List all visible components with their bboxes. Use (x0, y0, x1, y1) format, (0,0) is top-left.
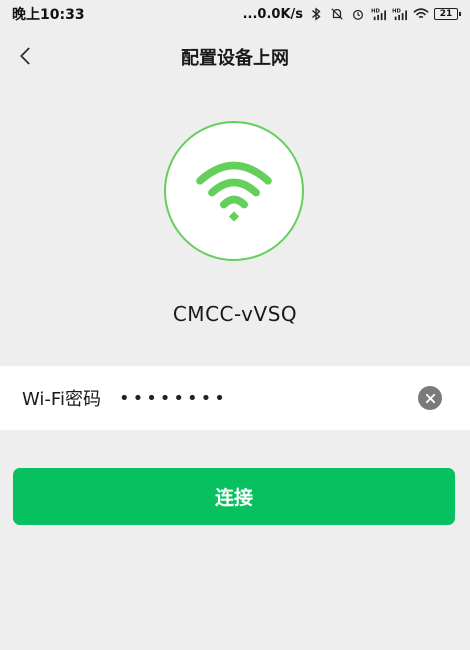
svg-text:HD: HD (371, 8, 380, 14)
status-time: 晚上10:33 (12, 7, 85, 23)
password-input[interactable]: •••••••• (119, 388, 369, 409)
connect-button[interactable]: 连接 (13, 468, 455, 525)
do-not-disturb-icon (331, 8, 343, 20)
wifi-icon (413, 8, 429, 19)
password-label: Wi-Fi密码 (22, 389, 101, 410)
password-row: Wi-Fi密码 •••••••• (0, 366, 470, 430)
status-left: 晚上10:33 (12, 4, 85, 24)
clear-button[interactable] (418, 386, 442, 410)
wifi-icon (196, 161, 272, 222)
svg-text:HD: HD (392, 8, 401, 14)
alarm-icon (353, 9, 363, 20)
network-speed: ...0.0K/s (242, 6, 303, 22)
wifi-indicator (164, 121, 304, 261)
wifi-ssid: CMCC-vVSQ (172, 302, 298, 326)
bluetooth-icon (312, 7, 321, 21)
signal-hd-icon: HD (392, 8, 407, 21)
status-bar: 晚上10:33 ...0.0K/s HD HD 21 (0, 0, 470, 28)
battery-icon: 21 (434, 8, 461, 20)
status-right: ...0.0K/s HD HD 21 (242, 6, 461, 22)
signal-hd-icon: HD (371, 8, 386, 21)
header: 配置设备上网 (0, 36, 470, 76)
page-title: 配置设备上网 (181, 48, 289, 69)
clear-icon (425, 393, 435, 403)
